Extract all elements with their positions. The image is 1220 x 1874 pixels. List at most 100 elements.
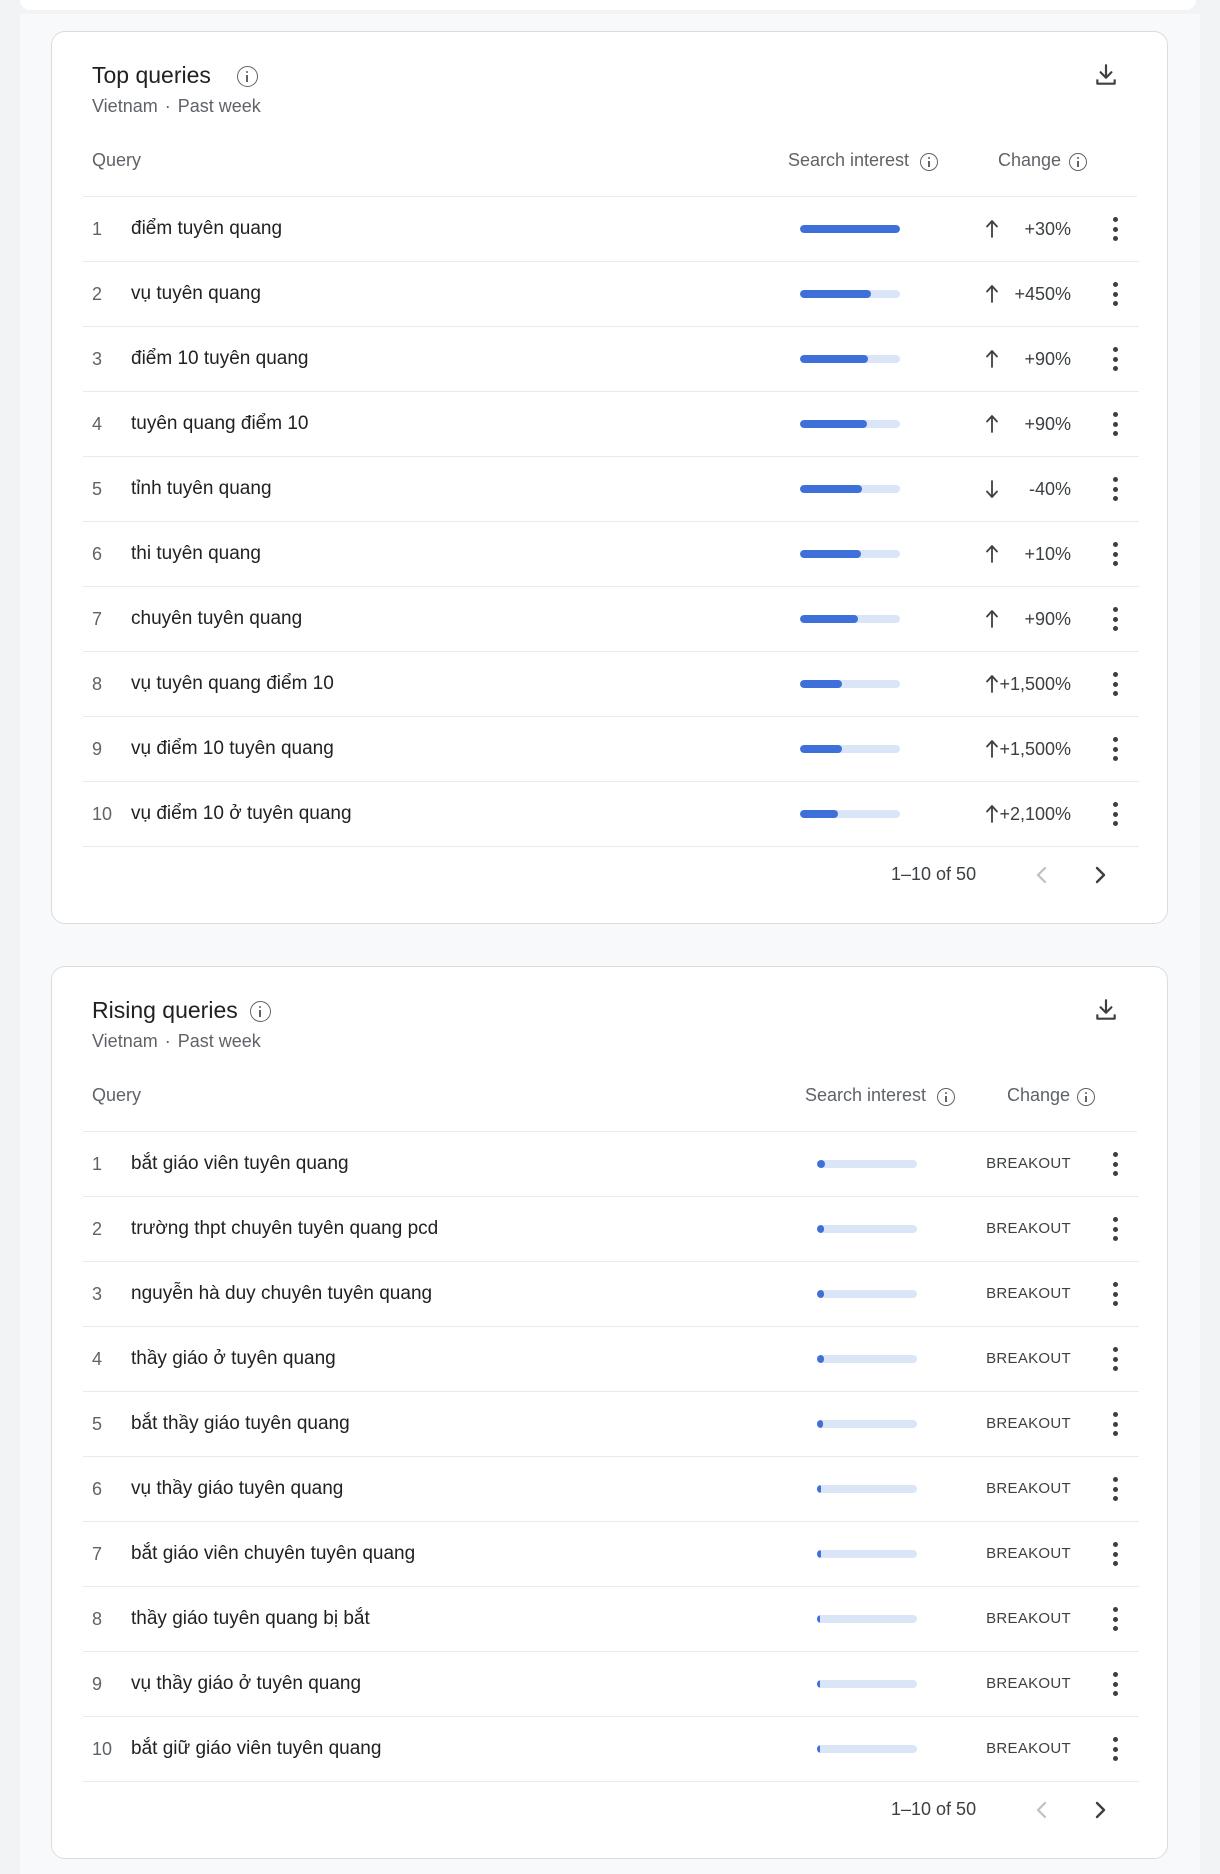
more-vert-icon[interactable] xyxy=(1111,802,1119,826)
search-interest-bar xyxy=(817,1290,917,1298)
change-value: +450% xyxy=(1014,284,1071,304)
query-text[interactable]: trường thpt chuyên tuyên quang pcd xyxy=(131,1197,438,1261)
query-text[interactable]: vụ điểm 10 tuyên quang xyxy=(131,717,334,781)
query-text[interactable]: vụ tuyên quang điểm 10 xyxy=(131,652,334,716)
more-vert-icon[interactable] xyxy=(1111,1542,1119,1566)
info-icon[interactable] xyxy=(250,1001,271,1022)
table-row[interactable]: 9 vụ điểm 10 tuyên quang +1,500% xyxy=(83,717,1139,782)
search-interest-bar xyxy=(817,1485,917,1493)
more-vert-icon[interactable] xyxy=(1111,217,1119,241)
table-row[interactable]: 7 bắt giáo viên chuyên tuyên quang BREAKOU… xyxy=(83,1522,1139,1587)
query-text[interactable]: thầy giáo ở tuyên quang xyxy=(131,1327,336,1391)
search-interest-bar xyxy=(800,225,900,233)
query-text[interactable]: tuyên quang điểm 10 xyxy=(131,392,308,456)
chevron-right-icon[interactable] xyxy=(1090,1798,1110,1822)
info-icon[interactable] xyxy=(1077,1088,1095,1106)
more-vert-icon[interactable] xyxy=(1111,1607,1119,1631)
search-interest-fill xyxy=(800,810,838,818)
arrow-down-icon xyxy=(986,480,998,498)
query-text[interactable]: thi tuyên quang xyxy=(131,522,261,586)
chevron-left-icon[interactable] xyxy=(1032,1798,1052,1822)
card-title: Rising queries xyxy=(92,997,238,1023)
query-text[interactable]: vụ thầy giáo ở tuyên quang xyxy=(131,1652,361,1716)
row-rank: 4 xyxy=(92,1349,103,1369)
query-text[interactable]: tỉnh tuyên quang xyxy=(131,457,272,521)
card-subtitle: Vietnam · Past week xyxy=(92,1031,261,1052)
info-icon[interactable] xyxy=(920,153,938,171)
table-row[interactable]: 5 bắt thầy giáo tuyên quang BREAKOUT xyxy=(83,1392,1139,1457)
search-interest-bar xyxy=(800,355,900,363)
breakout-label: BREAKOUT xyxy=(986,1285,1071,1302)
table-row[interactable]: 6 thi tuyên quang +10% xyxy=(83,522,1139,587)
row-rank: 6 xyxy=(92,1479,103,1499)
more-vert-icon[interactable] xyxy=(1111,347,1119,371)
more-vert-icon[interactable] xyxy=(1111,672,1119,696)
change-value: +1,500% xyxy=(999,739,1071,759)
table-row[interactable]: 10 bắt giữ giáo viên tuyên quang BREAKOUT xyxy=(83,1717,1139,1782)
column-header-query: Query xyxy=(92,1085,142,1105)
query-text[interactable]: điểm tuyên quang xyxy=(131,197,282,261)
download-icon[interactable] xyxy=(1093,62,1119,88)
chevron-left-icon[interactable] xyxy=(1032,863,1052,887)
query-text[interactable]: bắt giáo viên chuyên tuyên quang xyxy=(131,1522,415,1586)
query-text[interactable]: bắt giáo viên tuyên quang xyxy=(131,1132,349,1196)
table-row[interactable]: 8 thầy giáo tuyên quang bị bắt BREAKOUT xyxy=(83,1587,1139,1652)
table-row[interactable]: 1 bắt giáo viên tuyên quang BREAKOUT xyxy=(83,1132,1139,1197)
breakout-label: BREAKOUT xyxy=(986,1545,1071,1562)
separator: · xyxy=(164,1031,171,1051)
query-text[interactable]: điểm 10 tuyên quang xyxy=(131,327,308,391)
query-text[interactable]: vụ tuyên quang xyxy=(131,262,261,326)
row-rank: 10 xyxy=(92,1739,113,1759)
more-vert-icon[interactable] xyxy=(1111,1282,1119,1306)
more-vert-icon[interactable] xyxy=(1111,412,1119,436)
search-interest-bar xyxy=(817,1420,917,1428)
arrow-up-icon xyxy=(986,415,998,433)
more-vert-icon[interactable] xyxy=(1111,477,1119,501)
change-value: -40% xyxy=(1028,479,1071,499)
query-text[interactable]: nguyễn hà duy chuyên tuyên quang xyxy=(131,1262,432,1326)
info-icon[interactable] xyxy=(237,66,258,87)
more-vert-icon[interactable] xyxy=(1111,282,1119,306)
change-value: +90% xyxy=(1024,414,1071,434)
table-row[interactable]: 4 tuyên quang điểm 10 +90% xyxy=(83,392,1139,457)
table-row[interactable]: 9 vụ thầy giáo ở tuyên quang BREAKOUT xyxy=(83,1652,1139,1717)
table-row[interactable]: 8 vụ tuyên quang điểm 10 +1,500% xyxy=(83,652,1139,717)
query-text[interactable]: bắt giữ giáo viên tuyên quang xyxy=(131,1717,381,1781)
more-vert-icon[interactable] xyxy=(1111,607,1119,631)
query-text[interactable]: chuyên tuyên quang xyxy=(131,587,302,651)
query-text[interactable]: bắt thầy giáo tuyên quang xyxy=(131,1392,350,1456)
table-row[interactable]: 6 vụ thầy giáo tuyên quang BREAKOUT xyxy=(83,1457,1139,1522)
table-row[interactable]: 4 thầy giáo ở tuyên quang BREAKOUT xyxy=(83,1327,1139,1392)
table-row[interactable]: 3 điểm 10 tuyên quang +90% xyxy=(83,327,1139,392)
table-row[interactable]: 2 trường thpt chuyên tuyên quang pcd BREAK… xyxy=(83,1197,1139,1262)
query-text[interactable]: vụ điểm 10 ở tuyên quang xyxy=(131,782,352,846)
top-queries-card: Top queries Vietnam · Past week Query Sear… xyxy=(51,31,1168,924)
more-vert-icon[interactable] xyxy=(1111,1412,1119,1436)
more-vert-icon[interactable] xyxy=(1111,1737,1119,1761)
change-value: +1,500% xyxy=(999,674,1071,694)
search-interest-bar xyxy=(817,1160,917,1168)
more-vert-icon[interactable] xyxy=(1111,1347,1119,1371)
table-row[interactable]: 2 vụ tuyên quang +450% xyxy=(83,262,1139,327)
more-vert-icon[interactable] xyxy=(1111,1672,1119,1696)
info-icon[interactable] xyxy=(1069,153,1087,171)
table-row[interactable]: 7 chuyên tuyên quang +90% xyxy=(83,587,1139,652)
more-vert-icon[interactable] xyxy=(1111,1217,1119,1241)
location-label: Vietnam xyxy=(92,96,158,116)
pagination-label: 1–10 of 50 xyxy=(891,864,977,884)
more-vert-icon[interactable] xyxy=(1111,1477,1119,1501)
table-row[interactable]: 1 điểm tuyên quang +30% xyxy=(83,197,1139,262)
more-vert-icon[interactable] xyxy=(1111,737,1119,761)
download-icon[interactable] xyxy=(1093,997,1119,1023)
more-vert-icon[interactable] xyxy=(1111,1152,1119,1176)
query-text[interactable]: thầy giáo tuyên quang bị bắt xyxy=(131,1587,370,1651)
chevron-right-icon[interactable] xyxy=(1090,863,1110,887)
table-row[interactable]: 5 tỉnh tuyên quang -40% xyxy=(83,457,1139,522)
pagination-label: 1–10 of 50 xyxy=(891,1799,977,1819)
more-vert-icon[interactable] xyxy=(1111,542,1119,566)
table-row[interactable]: 3 nguyễn hà duy chuyên tuyên quang BREAKOU… xyxy=(83,1262,1139,1327)
table-row[interactable]: 10 vụ điểm 10 ở tuyên quang +2,100% xyxy=(83,782,1139,847)
search-interest-bar xyxy=(817,1225,917,1233)
info-icon[interactable] xyxy=(937,1088,955,1106)
query-text[interactable]: vụ thầy giáo tuyên quang xyxy=(131,1457,343,1521)
